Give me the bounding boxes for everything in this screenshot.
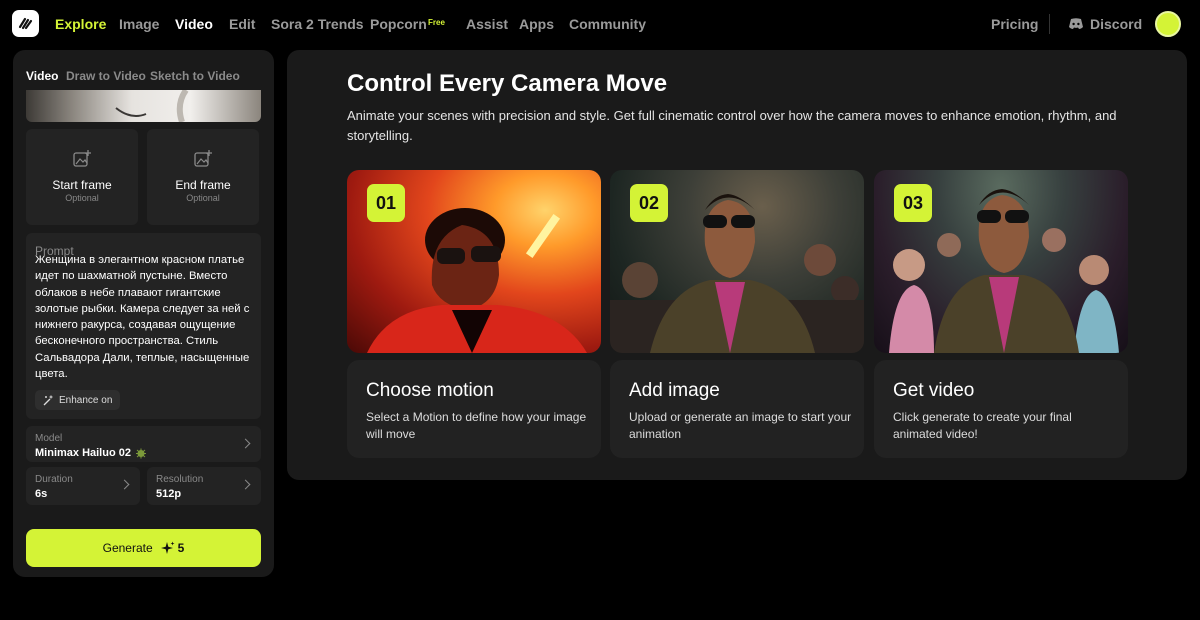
step-card-1: Choose motion Select a Motion to define … [347,360,601,458]
nav-sora-trends[interactable]: Sora 2 Trends [271,16,364,32]
image-add-icon [73,150,91,167]
nav-edit[interactable]: Edit [229,16,255,32]
generator-panel: Video Draw to Video Sketch to Video Star… [13,50,274,577]
discord-icon [1069,18,1083,29]
discord-label: Discord [1090,16,1143,32]
end-frame-title: End frame [175,178,231,192]
prompt-label: Prompt [35,244,74,258]
nav-image[interactable]: Image [119,16,159,32]
nav-video[interactable]: Video [175,16,213,32]
model-name: Minimax Hailuo 02 [35,447,131,459]
start-frame-title: Start frame [52,178,112,192]
user-avatar[interactable] [1155,11,1181,37]
step-text-2: Upload or generate an image to start you… [629,410,852,441]
top-nav: Explore Image Video Edit Sora 2 Trends P… [0,0,1200,48]
generate-cost: 5 [160,541,185,555]
page-description: Animate your scenes with precision and s… [347,108,1117,143]
nav-divider [1049,14,1050,34]
app-logo-icon[interactable] [12,10,39,37]
model-label: Model [35,433,63,444]
camera-control-intro: Control Every Camera Move Animate your s… [287,50,1187,480]
step-number-1: 01 [367,184,405,222]
chevron-right-icon [240,479,251,490]
step-card-2: Add image Upload or generate an image to… [610,360,864,458]
free-badge: Free [428,18,445,27]
step-number-2: 02 [630,184,668,222]
end-frame-optional: Optional [186,193,220,203]
step-image-1: 01 [347,170,601,353]
step-image-2: 02 [610,170,864,353]
start-frame-upload[interactable]: Start frame Optional [26,129,138,225]
model-select[interactable]: Model Minimax Hailuo 02 [26,426,261,462]
tab-video[interactable]: Video [26,69,58,83]
discord-link[interactable]: Discord [1068,16,1142,32]
end-frame-upload[interactable]: End frame Optional [147,129,259,225]
enhance-toggle[interactable]: Enhance on [35,390,121,410]
start-frame-optional: Optional [65,193,99,203]
step-text-3: Click generate to create your final anim… [893,410,1072,441]
generate-cost-value: 5 [177,541,185,555]
resolution-label: Resolution [156,474,204,485]
generate-label: Generate [102,541,153,555]
nav-pricing[interactable]: Pricing [991,16,1038,32]
nav-popcorn[interactable]: Popcorn [370,16,427,32]
reference-image-preview[interactable] [26,90,261,122]
enhance-label: Enhance on [59,394,113,406]
step-title-2: Add image [629,380,720,401]
nav-apps[interactable]: Apps [519,16,554,32]
chevron-right-icon [119,479,130,490]
resolution-value: 512p [156,488,182,500]
step-title-1: Choose motion [366,380,494,401]
image-add-icon [194,150,212,167]
step-title-3: Get video [893,380,975,401]
chevron-right-icon [240,438,251,449]
nav-community[interactable]: Community [569,16,646,32]
duration-label: Duration [35,474,73,485]
prompt-text[interactable]: Женщина в элегантном красном платье идет… [35,252,257,382]
resolution-select[interactable]: Resolution 512p [147,467,261,505]
nav-assist[interactable]: Assist [466,16,508,32]
sparkle-icon [160,541,175,554]
step-number-3: 03 [894,184,932,222]
model-badge-icon [135,448,146,458]
duration-value: 6s [35,488,48,500]
duration-select[interactable]: Duration 6s [26,467,140,505]
model-value: Minimax Hailuo 02 [35,447,147,459]
prompt-field[interactable]: Женщина в элегантном красном платье идет… [26,233,261,419]
step-image-3: 03 [874,170,1128,353]
magic-wand-icon [43,395,53,405]
tab-draw-to-video[interactable]: Draw to Video [66,69,146,83]
generate-button[interactable]: Generate 5 [26,529,261,567]
page-title: Control Every Camera Move [347,70,668,97]
nav-explore[interactable]: Explore [55,16,106,32]
step-text-1: Select a Motion to define how your image… [366,410,587,441]
tab-sketch-to-video[interactable]: Sketch to Video [150,69,240,83]
step-card-3: Get video Click generate to create your … [874,360,1128,458]
